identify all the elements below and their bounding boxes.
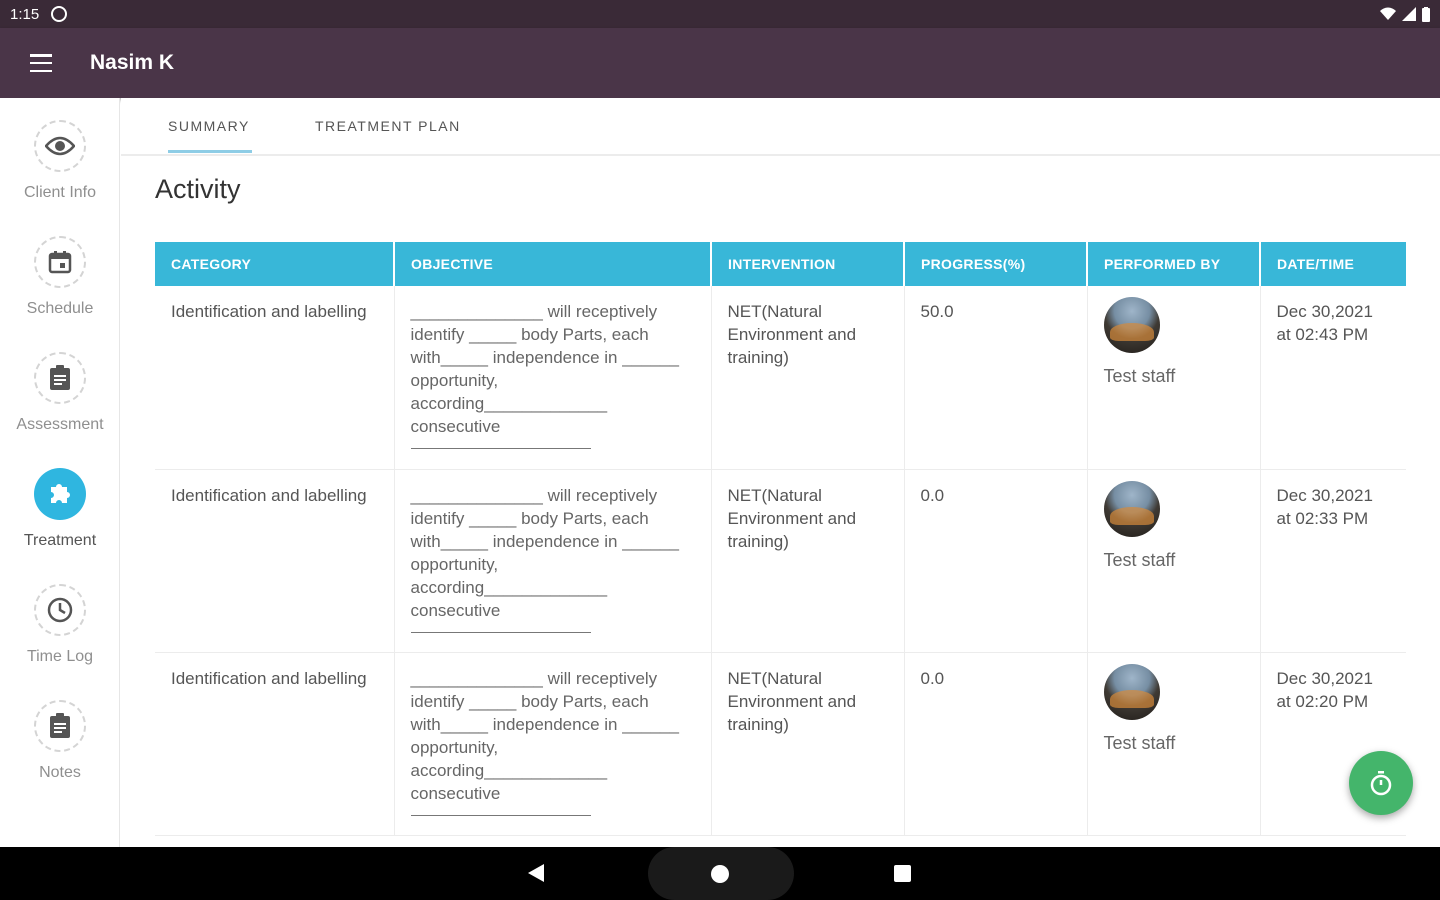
table-row[interactable]: Identification and labelling ___________… xyxy=(155,469,1406,653)
clipboard-icon xyxy=(34,352,86,404)
progress-cell: 0.0 xyxy=(904,469,1088,653)
tab-treatment-plan[interactable]: TREATMENT PLAN xyxy=(315,118,461,134)
timer-fab-button[interactable] xyxy=(1349,751,1413,815)
progress-cell: 50.0 xyxy=(904,286,1088,470)
menu-icon[interactable] xyxy=(30,54,52,72)
staff-name: Test staff xyxy=(1103,732,1176,753)
staff-name: Test staff xyxy=(1103,549,1176,570)
intervention-cell: NET(Natural Environment and training) xyxy=(711,652,905,836)
tab-indicator xyxy=(168,150,252,153)
column-header: CATEGORY xyxy=(155,242,395,286)
category-cell: Identification and labelling xyxy=(155,469,395,653)
eye-icon xyxy=(34,120,86,172)
sidebar-item-time-log[interactable]: Time Log xyxy=(0,584,120,694)
blank-line xyxy=(410,631,591,633)
back-icon[interactable] xyxy=(527,863,545,883)
status-time: 1:15 xyxy=(10,5,40,23)
objective-cell: ______________ will receptively identify… xyxy=(394,469,712,653)
sidebar-item-label: Schedule xyxy=(26,300,94,317)
sidebar-item-treatment[interactable]: Treatment xyxy=(0,468,120,578)
sidebar-item-client-info[interactable]: Client Info xyxy=(0,120,120,230)
objective-text: ______________ will receptively identify… xyxy=(410,485,679,620)
avatar xyxy=(1103,663,1160,720)
sidebar-item-notes[interactable]: Notes xyxy=(0,700,120,810)
tab-summary[interactable]: SUMMARY xyxy=(168,118,250,134)
datetime-cell: Dec 30,2021 at 02:43 PM xyxy=(1260,286,1406,470)
wifi-icon xyxy=(1380,7,1396,20)
sidebar-item-label: Assessment xyxy=(16,416,104,433)
section-title: Activity xyxy=(155,174,241,204)
battery-icon xyxy=(1422,6,1430,22)
sidebar-item-assessment[interactable]: Assessment xyxy=(0,352,120,462)
staff-name: Test staff xyxy=(1103,366,1176,386)
intervention-cell: NET(Natural Environment and training) xyxy=(711,286,905,470)
sidebar-item-label: Client Info xyxy=(23,184,97,201)
column-header: OBJECTIVE xyxy=(394,242,712,286)
datetime-cell: Dec 30,2021 at 02:33 PM xyxy=(1260,469,1406,653)
avatar xyxy=(1103,297,1160,353)
column-header: PROGRESS(%) xyxy=(904,242,1088,286)
sidebar-item-label: Treatment xyxy=(23,532,97,549)
sidebar-item-schedule[interactable]: Schedule xyxy=(0,236,120,346)
objective-cell: ______________ will receptively identify… xyxy=(394,652,712,836)
table-row[interactable]: Identification and labelling ___________… xyxy=(155,286,1406,470)
objective-text: ______________ will receptively identify… xyxy=(410,668,679,803)
progress-cell: 0.0 xyxy=(904,652,1088,836)
objective-text: ______________ will receptively identify… xyxy=(410,302,679,436)
performed-by-cell: Test staff xyxy=(1087,469,1261,653)
stopwatch-icon xyxy=(1370,771,1392,796)
blank-line xyxy=(410,448,591,449)
system-nav-bar xyxy=(0,847,1440,900)
sidebar: Client Info Schedule Assessment Treatmen… xyxy=(0,98,120,847)
recents-icon[interactable] xyxy=(894,865,911,882)
sync-icon xyxy=(51,6,68,22)
column-header: INTERVENTION xyxy=(711,242,905,286)
status-bar: 1:15 xyxy=(0,0,1440,28)
category-cell: Identification and labelling xyxy=(155,652,395,836)
column-header: DATE/TIME xyxy=(1260,242,1406,286)
column-header: PERFORMED BY xyxy=(1087,242,1261,286)
performed-by-cell: Test staff xyxy=(1087,286,1261,470)
puzzle-icon xyxy=(34,468,86,520)
sidebar-item-label: Notes xyxy=(39,764,81,781)
intervention-cell: NET(Natural Environment and training) xyxy=(711,469,905,653)
performed-by-cell: Test staff xyxy=(1087,652,1261,836)
clock-icon xyxy=(34,584,86,636)
clipboard-icon xyxy=(34,700,86,752)
table-header-row: CATEGORY OBJECTIVE INTERVENTION PROGRESS… xyxy=(155,242,1406,286)
sidebar-item-label: Time Log xyxy=(26,648,94,665)
app-bar: Nasim K xyxy=(0,28,1440,98)
table-row[interactable]: Identification and labelling ___________… xyxy=(155,652,1406,836)
tab-bar: SUMMARY TREATMENT PLAN xyxy=(121,98,1440,156)
category-cell: Identification and labelling xyxy=(155,286,395,470)
status-icons xyxy=(1380,6,1430,22)
blank-line xyxy=(410,814,591,816)
calendar-icon xyxy=(34,236,86,288)
signal-icon xyxy=(1402,7,1416,21)
activity-table: CATEGORY OBJECTIVE INTERVENTION PROGRESS… xyxy=(155,242,1406,847)
page-title: Nasim K xyxy=(90,51,175,74)
avatar xyxy=(1103,480,1160,537)
home-icon[interactable] xyxy=(711,865,729,883)
objective-cell: ______________ will receptively identify… xyxy=(394,286,712,470)
